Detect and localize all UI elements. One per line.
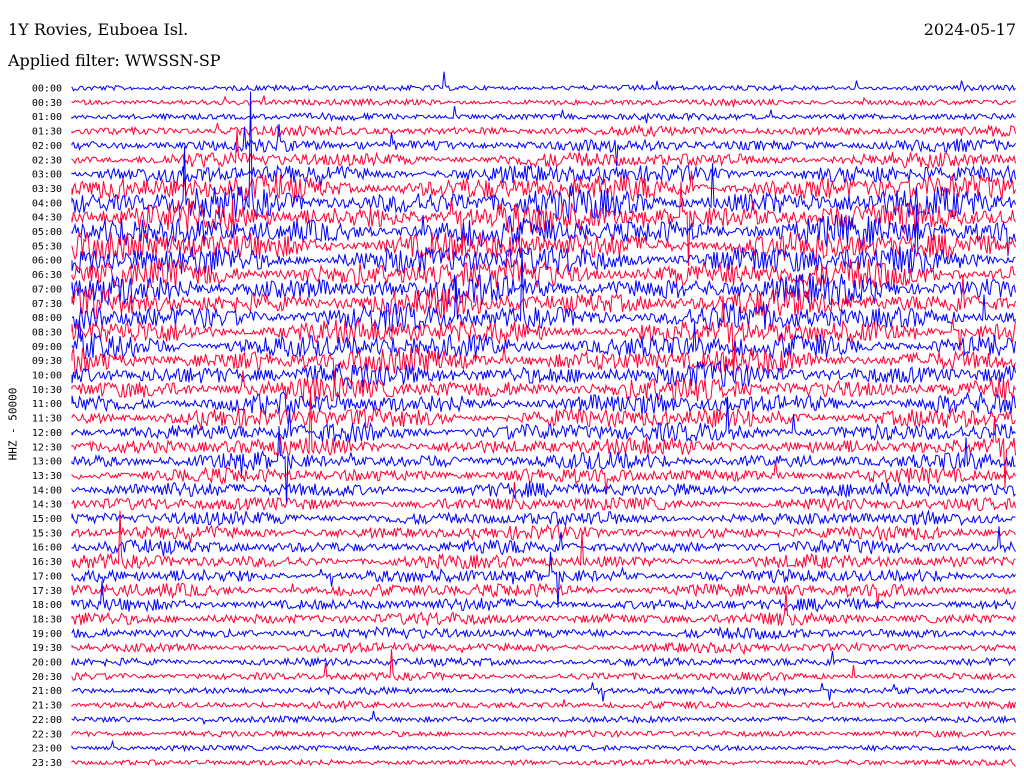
row-time-label: 15:00 (32, 514, 62, 525)
seismic-trace-row (71, 523, 1016, 544)
seismic-trace-row (71, 591, 1016, 627)
row-time-label: 17:30 (32, 586, 62, 597)
seismic-trace-row (71, 274, 1016, 319)
row-time-label: 02:30 (32, 155, 62, 166)
row-time-label: 00:00 (32, 84, 62, 95)
row-time-label: 10:00 (32, 371, 62, 382)
row-time-label: 09:30 (32, 356, 62, 367)
row-time-label: 14:00 (32, 485, 62, 496)
row-time-label: 13:00 (32, 457, 62, 468)
helicorder-plot: 00:00 00:30 01:00 01:30 02:00 02:30 03:00 03:30… (32, 71, 1016, 769)
seismic-trace-row (71, 129, 1016, 170)
row-time-label: 12:30 (32, 442, 62, 453)
row-time-label: 18:30 (32, 614, 62, 625)
row-time-label: 03:00 (32, 170, 62, 181)
seismic-trace-row (71, 729, 1016, 739)
row-time-label: 00:30 (32, 98, 62, 109)
seismic-trace-row (71, 95, 1016, 108)
seismic-trace-row (71, 391, 1016, 416)
row-time-label: 16:00 (32, 543, 62, 554)
row-time-label: 07:30 (32, 299, 62, 310)
seismic-trace-row (71, 480, 1016, 500)
row-time-label: 11:00 (32, 399, 62, 410)
row-time-label: 22:00 (32, 715, 62, 726)
row-time-label: 01:00 (32, 112, 62, 123)
row-time-label: 23:30 (32, 758, 62, 769)
seismic-trace-row (71, 122, 1016, 138)
seismic-trace-row (71, 739, 1016, 753)
seismic-trace-row (71, 360, 1016, 390)
seismic-trace-row (71, 71, 1016, 93)
row-time-label: 06:00 (32, 256, 62, 267)
row-time-label: 22:30 (32, 729, 62, 740)
row-time-label: 13:30 (32, 471, 62, 482)
row-time-label: 05:30 (32, 241, 62, 252)
row-time-label: 11:30 (32, 414, 62, 425)
row-time-label: 20:30 (32, 672, 62, 683)
row-time-label: 19:30 (32, 643, 62, 654)
row-time-label: 21:00 (32, 686, 62, 697)
seismic-trace-row (71, 699, 1016, 711)
seismic-trace-row (71, 710, 1016, 726)
row-time-label: 02:00 (32, 141, 62, 152)
row-time-label: 04:30 (32, 213, 62, 224)
row-time-label: 05:00 (32, 227, 62, 238)
seismic-trace-row (71, 105, 1016, 124)
seismic-trace-row (71, 758, 1016, 767)
row-time-label: 08:30 (32, 327, 62, 338)
seismic-trace-row (71, 319, 1016, 360)
row-time-label: 04:00 (32, 198, 62, 209)
row-time-label: 06:30 (32, 270, 62, 281)
seismic-trace-row (71, 406, 1016, 430)
row-time-label: 12:00 (32, 428, 62, 439)
row-time-label: 15:30 (32, 528, 62, 539)
row-time-label: 09:00 (32, 342, 62, 353)
seismic-trace-row (71, 649, 1016, 682)
seismic-trace-row (71, 650, 1016, 669)
row-time-label: 19:00 (32, 629, 62, 640)
row-time-label: 07:00 (32, 284, 62, 295)
row-time-label: 23:00 (32, 744, 62, 755)
row-time-label: 03:30 (32, 184, 62, 195)
row-time-label: 14:30 (32, 500, 62, 511)
seismic-trace-row (71, 682, 1016, 702)
row-time-label: 21:30 (32, 701, 62, 712)
row-time-label: 17:00 (32, 571, 62, 582)
seismic-trace-row (71, 509, 1016, 527)
row-time-label: 08:00 (32, 313, 62, 324)
seismic-trace-row (71, 641, 1016, 656)
row-time-label: 10:30 (32, 385, 62, 396)
seismic-trace-row (71, 510, 1016, 571)
row-time-label: 18:00 (32, 600, 62, 611)
row-time-label: 20:00 (32, 658, 62, 669)
row-time-label: 16:30 (32, 557, 62, 568)
row-time-label: 01:30 (32, 127, 62, 138)
seismic-trace-row (71, 625, 1016, 640)
seismic-trace-row (71, 582, 1016, 606)
